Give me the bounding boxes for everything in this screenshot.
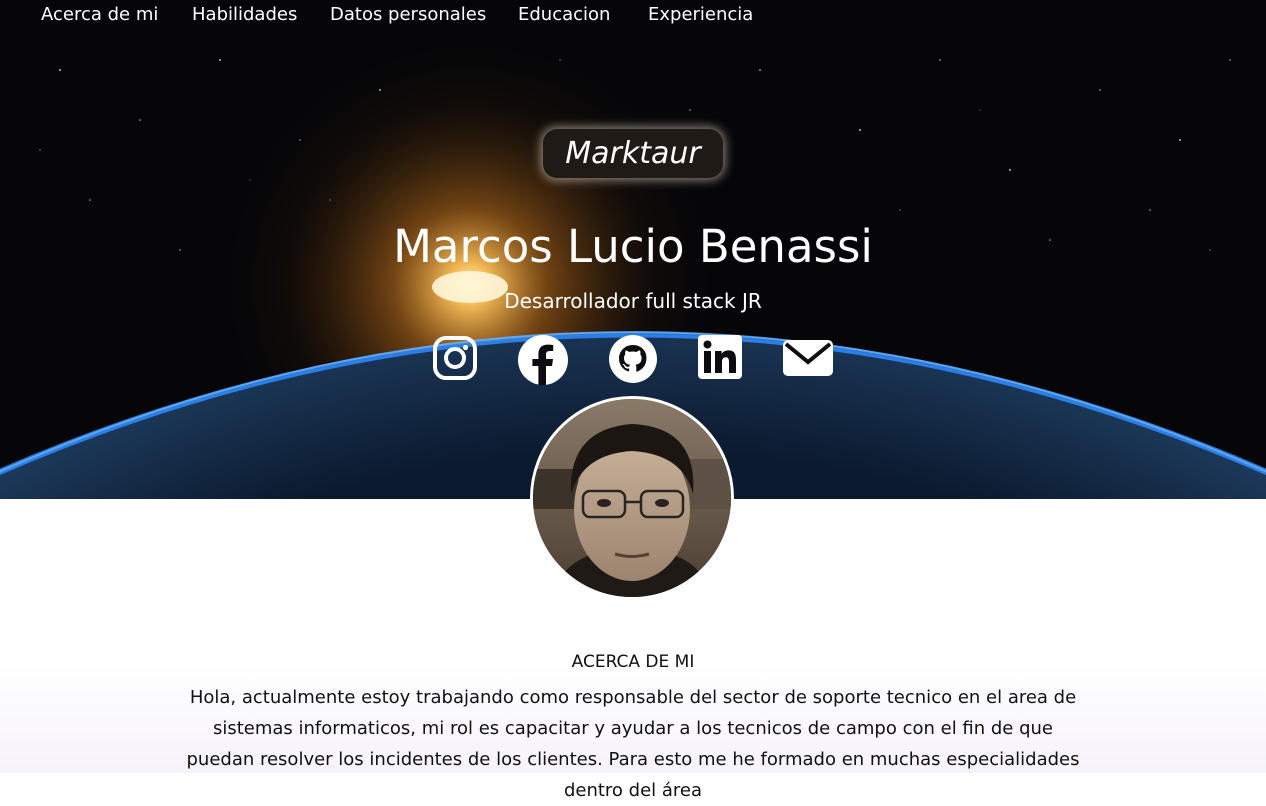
nav-item-habilidades[interactable]: Habilidades	[192, 4, 297, 25]
email-icon[interactable]	[782, 334, 834, 380]
brand-name: Marktaur	[565, 136, 701, 171]
instagram-icon[interactable]	[432, 334, 478, 382]
about-title: ACERCA DE MI	[571, 652, 695, 672]
top-navigation: Acerca de mi Habilidades Datos personale…	[0, 0, 1266, 34]
nav-item-educacion[interactable]: Educacion	[518, 4, 610, 25]
nav-item-experiencia[interactable]: Experiencia	[648, 4, 753, 25]
job-title: Desarrollador full stack JR	[504, 289, 762, 313]
facebook-icon[interactable]	[517, 334, 569, 386]
profile-photo-image	[533, 399, 731, 597]
profile-photo	[530, 396, 734, 600]
nav-item-datos-personales[interactable]: Datos personales	[330, 4, 486, 25]
github-icon[interactable]	[608, 334, 658, 384]
nav-item-acerca-de-mi[interactable]: Acerca de mi	[41, 4, 158, 25]
linkedin-icon[interactable]	[697, 334, 743, 380]
person-name: Marcos Lucio Benassi	[393, 220, 873, 273]
brand-badge: Marktaur	[543, 129, 723, 178]
about-text: Hola, actualmente estoy trabajando como …	[186, 687, 1080, 801]
